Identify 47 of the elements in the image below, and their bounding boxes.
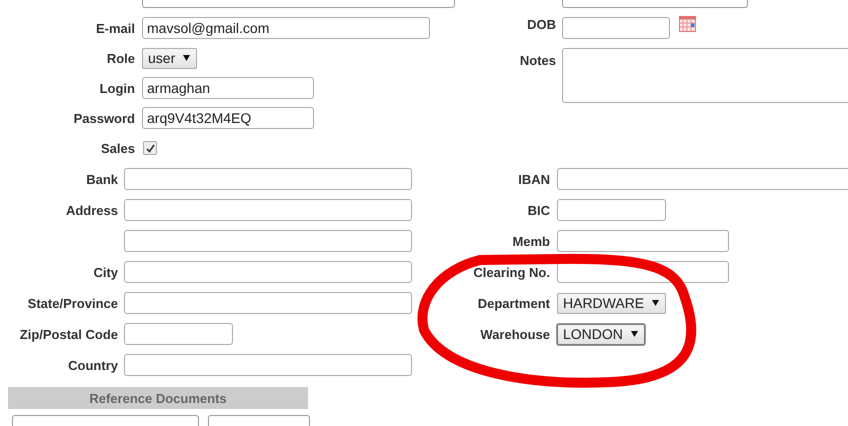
field-label: Bank [85,172,118,186]
field-label: Sales [100,140,135,156]
field-label: Memb [511,234,550,248]
field-label: Country [67,358,118,372]
field-label: Address [64,202,118,218]
checkbox[interactable] [143,141,157,155]
caret-icon [630,331,638,337]
field-label: Login [98,80,135,96]
field-label: Notes [518,52,556,68]
date-field[interactable] [562,17,670,39]
caret-icon [652,300,660,306]
field-label: Warehouse [479,326,550,342]
text-field[interactable] [557,230,729,252]
dropdown[interactable]: user [142,48,198,68]
caret-icon [183,55,190,61]
text-field[interactable] [12,415,199,426]
calendar-icon[interactable] [679,16,696,32]
field-label: E-mail [94,20,135,36]
text-field[interactable] [142,0,455,8]
text-field[interactable] [124,199,412,221]
text-field[interactable] [562,0,748,8]
field-label: BIC [526,202,550,218]
field-label: Clearing No. [472,264,550,280]
field-label: State/Province [26,296,118,310]
text-field[interactable] [124,168,412,190]
field-label: City [92,264,118,280]
field-label: Zip/Postal Code [18,326,118,342]
text-field[interactable] [124,292,412,314]
field-label: Role [106,50,135,66]
dropdown[interactable]: LONDON [557,324,645,344]
notes-field[interactable] [562,48,848,103]
field-label: Department [476,296,550,310]
section-header: Reference Documents [8,387,308,409]
text-field[interactable] [557,199,666,221]
field-label: DOB [526,17,556,32]
text-field[interactable]: arq9V4t32M4EQ [142,107,314,129]
text-field[interactable]: mavsol@gmail.com [142,17,430,39]
text-field[interactable] [124,354,412,376]
field-label: IBAN [517,172,550,186]
dropdown[interactable]: HARDWARE [557,292,666,314]
text-field[interactable] [124,323,233,345]
text-field[interactable] [208,415,310,426]
text-field[interactable] [557,168,848,190]
text-field[interactable] [124,261,412,283]
field-label: Password [72,110,135,126]
text-field[interactable] [124,230,412,252]
text-field[interactable]: armaghan [142,77,314,99]
